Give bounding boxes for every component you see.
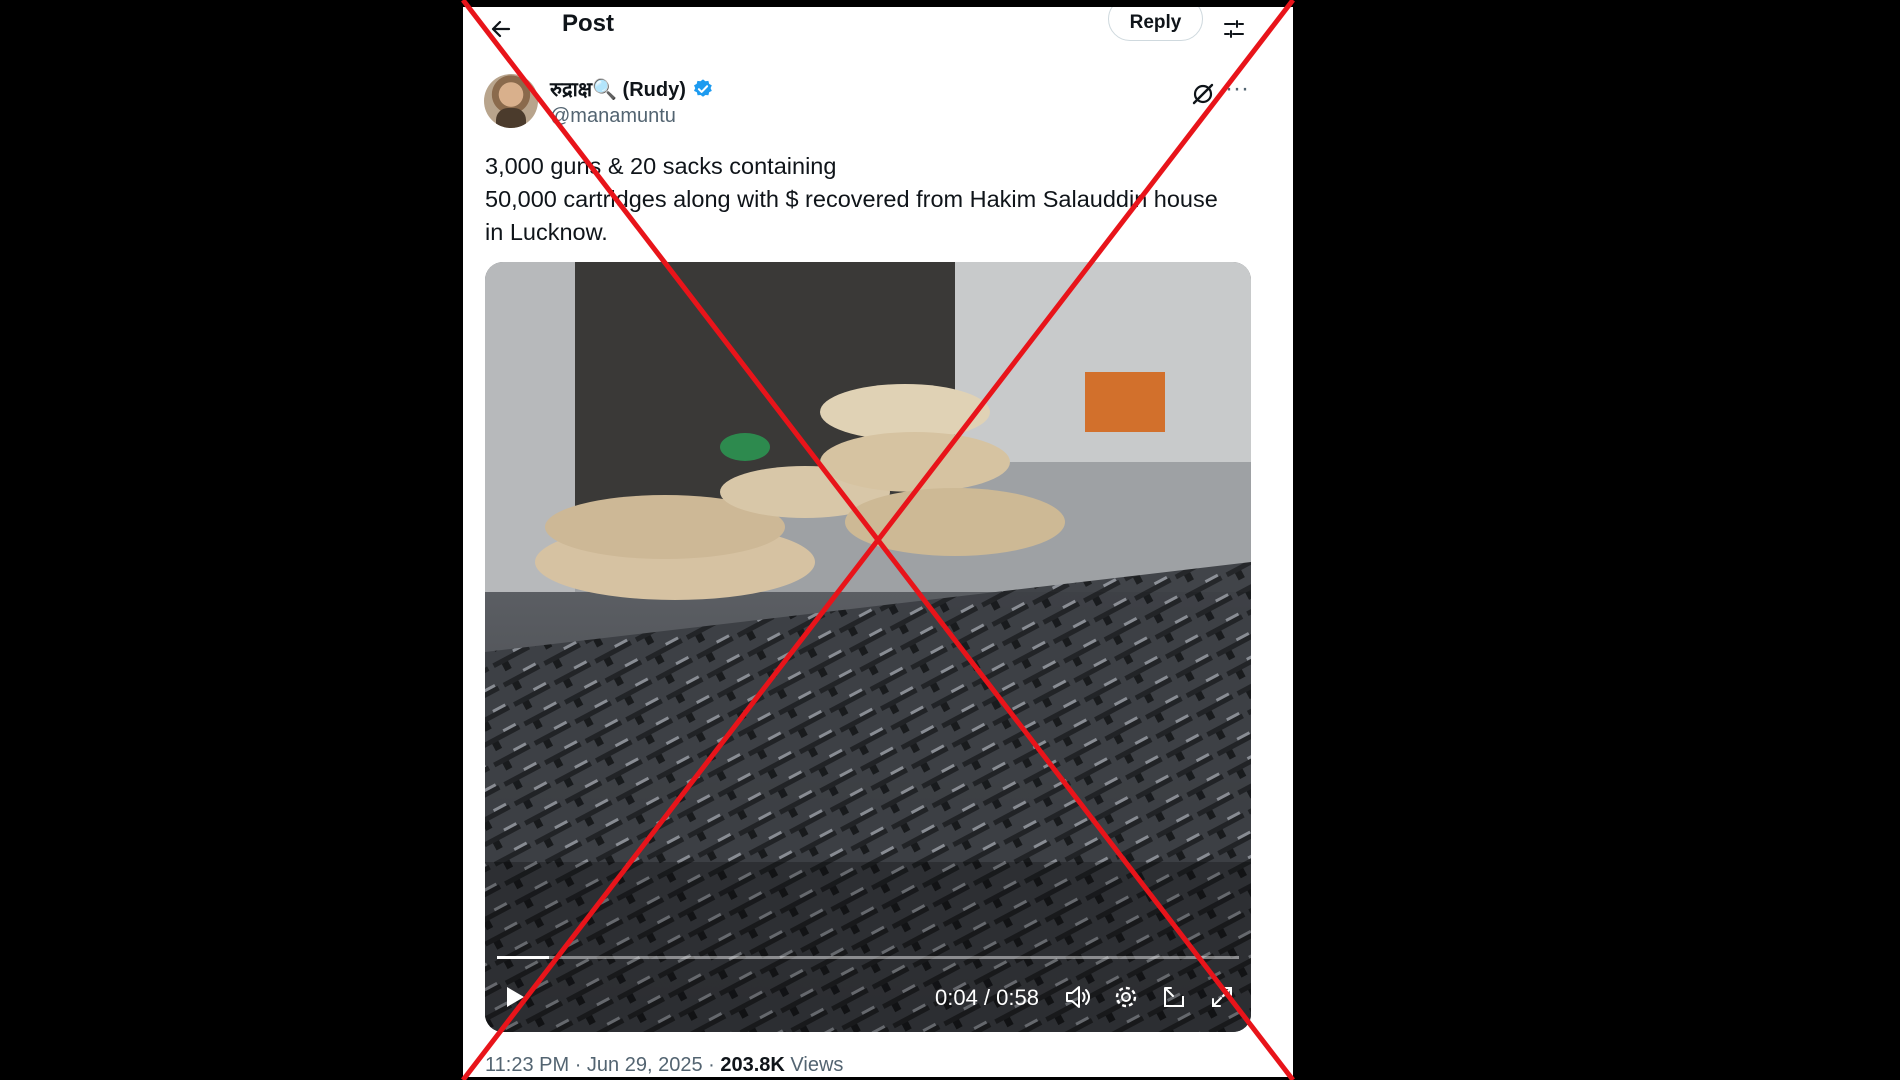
back-button[interactable] xyxy=(483,13,519,45)
more-horizontal-icon: ··· xyxy=(1225,75,1249,102)
play-button[interactable] xyxy=(497,977,533,1017)
video-frame xyxy=(485,262,1251,1032)
tweet-line: in Lucknow. xyxy=(485,219,608,245)
author-handle[interactable]: @manamuntu xyxy=(550,105,676,128)
tweet-line: 3,000 guns & 20 sacks containing xyxy=(485,153,837,179)
post-date[interactable]: Jun 29, 2025 xyxy=(587,1054,703,1076)
post-header: Post Reply xyxy=(463,7,1293,52)
picture-in-picture-icon xyxy=(1164,987,1184,1007)
play-icon xyxy=(507,987,524,1007)
video-settings-button[interactable] xyxy=(1109,977,1143,1017)
avatar[interactable] xyxy=(484,74,538,128)
author-name-row[interactable]: रुद्राक्ष🔍 (Rudy) xyxy=(550,75,714,102)
video-progress-fill xyxy=(497,956,549,959)
video-player[interactable]: 0:04 / 0:58 xyxy=(485,262,1251,1032)
verified-badge-icon xyxy=(693,78,712,97)
video-time: 0:04 / 0:58 xyxy=(935,985,1039,1010)
volume-icon xyxy=(1066,986,1090,1008)
author-display-name[interactable]: रुद्राक्ष🔍 (Rudy) xyxy=(550,75,686,102)
gear-icon xyxy=(1115,986,1137,1008)
settings-button[interactable] xyxy=(1216,11,1252,47)
tweet-line: 50,000 cartridges along with $ recovered… xyxy=(485,186,1218,212)
sliders-icon xyxy=(1224,20,1244,38)
views-label: Views xyxy=(790,1054,844,1076)
volume-button[interactable] xyxy=(1061,977,1095,1017)
tweet-text: 3,000 guns & 20 sacks containing 50,000 … xyxy=(485,150,1275,249)
pip-button[interactable] xyxy=(1157,977,1191,1017)
more-options-button[interactable]: ··· xyxy=(1221,77,1253,109)
fullscreen-button[interactable] xyxy=(1205,977,1239,1017)
video-progress-bar[interactable] xyxy=(497,956,1239,959)
page-title: Post xyxy=(562,10,615,37)
post-metadata: 11:23 PM · Jun 29, 2025 · 203.8K Views xyxy=(485,1054,844,1076)
post-time[interactable]: 11:23 PM xyxy=(485,1054,569,1076)
grok-button[interactable] xyxy=(1188,79,1218,109)
arrow-left-icon xyxy=(491,20,511,38)
reply-button[interactable]: Reply xyxy=(1108,7,1203,41)
post-screenshot: Post Reply रुद्राक्ष🔍 (Rudy) @manamuntu … xyxy=(463,7,1293,1077)
views-count: 203.8K xyxy=(720,1054,785,1076)
fullscreen-icon xyxy=(1212,987,1232,1007)
grok-icon xyxy=(1192,83,1214,105)
